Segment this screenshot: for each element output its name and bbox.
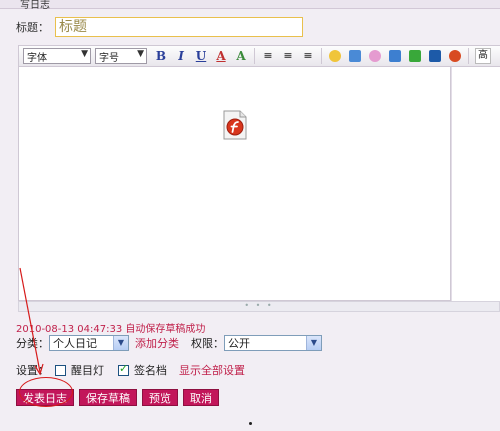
toolbar-divider <box>468 48 469 64</box>
preview-button[interactable]: 预览 <box>142 389 178 406</box>
permission-select[interactable]: 公开 ▼ <box>224 335 322 351</box>
underline-button[interactable]: U <box>194 49 208 63</box>
signature-checkbox[interactable] <box>118 362 129 376</box>
font-size-label: 字号 <box>99 52 119 64</box>
eye-light-label: 醒目灯 <box>71 364 104 377</box>
editor-resize-handle[interactable]: • • • <box>18 301 500 312</box>
show-all-settings-link[interactable]: 显示全部设置 <box>179 362 245 378</box>
chevron-down-icon: ▼ <box>306 336 321 350</box>
signature-label: 签名档 <box>134 364 167 377</box>
chevron-down-icon: ▼ <box>81 49 88 59</box>
add-category-link[interactable]: 添加分类 <box>135 335 179 351</box>
category-select[interactable]: 个人日记 ▼ <box>49 335 129 351</box>
italic-button[interactable]: I <box>174 49 188 63</box>
toolbar-divider <box>254 48 255 64</box>
title-input[interactable]: 标题 <box>55 17 303 37</box>
album-icon[interactable] <box>369 50 381 62</box>
highlight-button[interactable]: A <box>234 49 248 63</box>
screenshot-icon[interactable] <box>389 50 401 62</box>
category-row: 分类： 个人日记 ▼ 添加分类 权限： 公开 ▼ <box>16 334 322 352</box>
advanced-button[interactable]: 高 <box>475 48 491 64</box>
window-top-bar: 写日志 <box>0 0 500 11</box>
font-family-select[interactable]: 字体 ▼ <box>23 48 91 64</box>
flash-icon[interactable] <box>449 50 461 62</box>
editor-side-panel <box>451 67 500 301</box>
title-row: 标题： 标题 <box>16 16 303 38</box>
eye-light-checkbox[interactable] <box>55 364 66 376</box>
toolbar-divider <box>321 48 322 64</box>
annotation-circle <box>19 377 73 407</box>
font-family-label: 字体 <box>27 52 47 64</box>
chevron-down-icon: ▼ <box>137 49 144 59</box>
video-icon[interactable] <box>429 50 441 62</box>
category-value: 个人日记 <box>53 337 97 350</box>
title-label: 标题： <box>16 21 49 34</box>
image-icon[interactable] <box>349 50 361 62</box>
permission-value: 公开 <box>228 337 250 350</box>
chevron-down-icon: ▼ <box>113 336 128 350</box>
save-draft-button[interactable]: 保存草稿 <box>79 389 137 406</box>
bold-button[interactable]: B <box>154 49 168 63</box>
font-size-select[interactable]: 字号 ▼ <box>95 48 147 64</box>
editor-toolbar: 字体 ▼ 字号 ▼ B I U A A ≡ ≡ ≡ 高 <box>18 45 500 67</box>
font-color-button[interactable]: A <box>214 49 228 63</box>
emoticon-icon[interactable] <box>329 50 341 62</box>
align-right-icon[interactable]: ≡ <box>301 49 315 63</box>
cancel-button[interactable]: 取消 <box>183 389 219 406</box>
editor-body[interactable] <box>18 67 451 301</box>
autosave-status: 2010-08-13 04:47:33 自动保存草稿成功 <box>16 324 206 335</box>
align-left-icon[interactable]: ≡ <box>261 49 275 63</box>
permission-label: 权限： <box>191 337 224 350</box>
flash-file-icon <box>223 110 247 140</box>
align-center-icon[interactable]: ≡ <box>281 49 295 63</box>
section-title: 写日志 <box>20 0 50 11</box>
settings-label: 设置： <box>16 364 49 377</box>
music-icon[interactable] <box>409 50 421 62</box>
category-label: 分类： <box>16 337 49 350</box>
page-dot <box>249 422 252 425</box>
